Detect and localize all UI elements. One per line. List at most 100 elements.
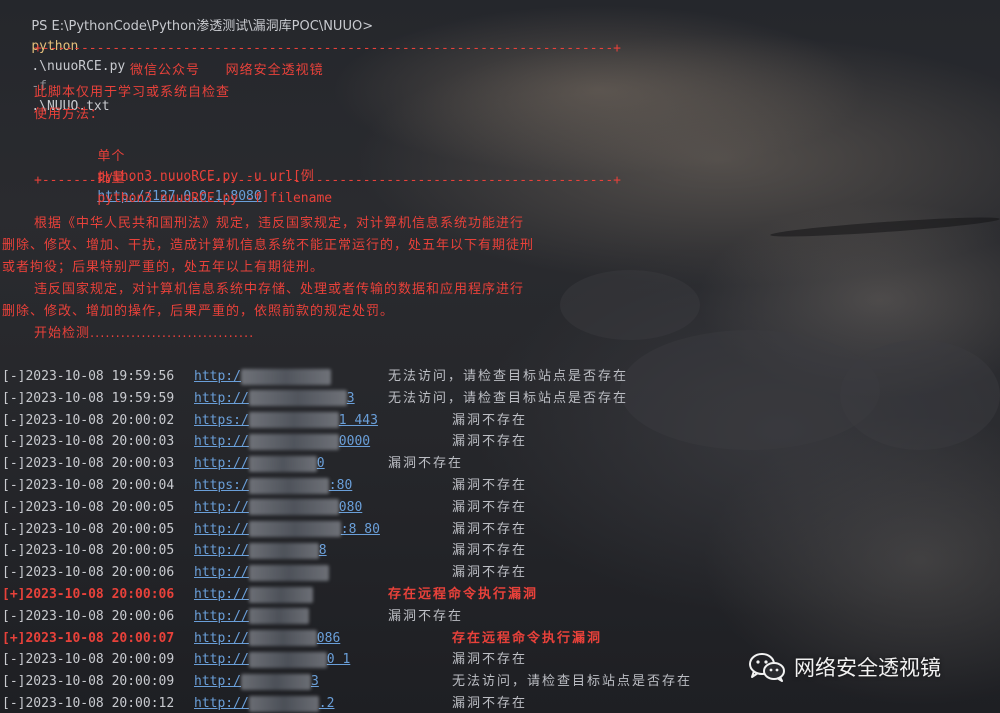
result-timestamp: [+]2023-10-08 20:00:07	[2, 630, 175, 646]
redacted-host	[248, 630, 317, 647]
prompt-line: PS E:\PythonCode\Python渗透测试\漏洞库POC\NUUO>…	[0, 0, 373, 114]
result-status: 漏洞不存在	[452, 696, 528, 711]
result-url-link[interactable]: https:/ 1 443	[194, 411, 378, 431]
redacted-host	[248, 586, 313, 603]
result-url-end: .2	[318, 696, 335, 711]
legal-line-3: 或者拘役；后果特别严重的，处五年以上有期徒刑。	[2, 260, 325, 275]
result-url-link[interactable]: http:// 080	[194, 498, 362, 518]
result-url-start: http://	[194, 630, 249, 646]
result-timestamp: [+]2023-10-08 20:00:06	[2, 587, 175, 602]
result-timestamp: [-]2023-10-08 20:00:05	[2, 543, 175, 559]
result-url-start: http://	[194, 543, 249, 559]
result-timestamp: [-]2023-10-08 20:00:02	[2, 412, 175, 428]
result-url-link[interactable]: http://	[194, 563, 329, 583]
batch-cmd: python3 nuuoRCE.py -f filename	[97, 191, 333, 206]
result-url-end: 8	[318, 543, 327, 559]
result-url-link[interactable]: http:// 8	[194, 541, 327, 561]
redacted-host	[240, 368, 331, 385]
result-url-start: http://	[194, 565, 249, 581]
result-url-link[interactable]: http:/ 3	[194, 672, 319, 692]
redacted-host	[248, 433, 339, 450]
redacted-host	[248, 695, 319, 712]
result-status: 漏洞不存在	[452, 543, 528, 559]
result-status: 漏洞不存在	[452, 652, 528, 668]
legal-line-2: 删除、修改、增加、干扰，造成计算机信息系统不能正常运行的，处五年以下有期徒刑	[2, 238, 535, 253]
result-timestamp: [-]2023-10-08 20:00:03	[2, 456, 175, 472]
prompt-path: PS E:\PythonCode\Python渗透测试\漏洞库POC\NUUO>	[31, 19, 374, 34]
redacted-host	[248, 412, 339, 429]
result-status: 漏洞不存在	[452, 499, 528, 515]
legal-line-5: 删除、修改、增加的操作，后果严重的，依照前款的规定处罚。	[2, 304, 395, 319]
result-url-link[interactable]: http:// 0	[194, 454, 325, 474]
redacted-host	[248, 455, 317, 472]
result-status: 漏洞不存在	[388, 456, 464, 472]
result-url-end: 1 443	[338, 412, 378, 428]
result-timestamp: [-]2023-10-08 19:59:56	[2, 369, 175, 384]
result-url-end: 3	[310, 674, 319, 690]
redacted-host	[240, 673, 311, 690]
result-status: 漏洞不存在	[452, 521, 528, 537]
result-url-link[interactable]: http:// 086	[194, 629, 340, 649]
result-url-link[interactable]: http://	[194, 607, 309, 627]
result-status: 漏洞不存在	[452, 434, 528, 450]
result-url-link[interactable]: http:// .2	[194, 694, 334, 713]
result-url-link[interactable]: http:// 0000	[194, 432, 370, 452]
result-url-link[interactable]: https:/:80	[194, 476, 352, 496]
banner-usage: 使用方法：	[34, 107, 105, 122]
result-status-vulnerable: 存在远程命令执行漏洞	[452, 630, 603, 646]
result-url-start: http://	[194, 652, 249, 668]
result-timestamp: [-]2023-10-08 20:00:03	[2, 434, 175, 450]
result-timestamp: [-]2023-10-08 20:00:05	[2, 521, 175, 537]
result-status: 漏洞不存在	[452, 478, 528, 493]
result-url-start: http://	[194, 499, 249, 515]
result-timestamp: [-]2023-10-08 20:00:06	[2, 565, 175, 581]
cloud-shape	[840, 340, 1000, 450]
start-detect: 开始检测................................	[34, 326, 255, 341]
result-url-link[interactable]: http:// :8 80	[194, 520, 380, 540]
result-url-start: http:/	[194, 674, 241, 690]
legal-line-4: 违反国家规定，对计算机信息系统中存储、处理或者传输的数据和应用程序进行	[34, 282, 525, 297]
result-url-start: https:/	[194, 478, 249, 493]
result-url-start: http://	[194, 521, 249, 537]
result-status: 无法访问，请检查目标站点是否存在	[388, 390, 629, 406]
result-url-start: http://	[194, 608, 249, 624]
result-url-end: 0 1	[326, 652, 351, 668]
result-timestamp: [-]2023-10-08 20:00:04	[2, 478, 175, 493]
result-status: 漏洞不存在	[452, 412, 528, 428]
banner-border-top: +---------------------------------------…	[34, 41, 621, 56]
wechat-icon	[749, 653, 785, 682]
result-timestamp: [-]2023-10-08 20:00:06	[2, 608, 175, 624]
result-url-end: 0	[316, 456, 325, 472]
result-url-end: 0000	[338, 434, 371, 450]
redacted-host	[248, 390, 347, 407]
redacted-host	[248, 521, 341, 538]
result-url-link[interactable]: http:/	[194, 367, 331, 387]
result-url-start: http://	[194, 587, 249, 602]
result-timestamp: [-]2023-10-08 20:00:05	[2, 499, 175, 515]
terminal-window[interactable]: PS E:\PythonCode\Python渗透测试\漏洞库POC\NUUO>…	[0, 0, 1000, 713]
banner-batch: 批量 python3 nuuoRCE.py -f filename	[66, 149, 332, 206]
redacted-host	[248, 608, 309, 625]
banner-title: 微信公众号 网络安全透视镜	[130, 63, 324, 78]
result-url-link[interactable]: http://	[194, 585, 313, 605]
prompt-script: .\nuuoRCE.py	[31, 59, 126, 74]
result-url-end: :8 80	[340, 521, 380, 537]
legal-line-1: 根据《中华人民共和国刑法》规定，违反国家规定，对计算机信息系统功能进行	[34, 216, 525, 231]
result-url-end: 086	[316, 630, 341, 646]
result-url-start: https:/	[194, 412, 249, 428]
result-url-link[interactable]: http:// 3	[194, 389, 355, 409]
banner-single: 单个 python3 nuuoRCE.py -u url[例 http://12…	[66, 127, 314, 204]
result-url-link[interactable]: http:// 0 1	[194, 650, 350, 670]
result-url-start: http://	[194, 434, 249, 450]
result-status: 无法访问，请检查目标站点是否存在	[388, 369, 629, 384]
redacted-host	[248, 499, 339, 516]
result-status: 漏洞不存在	[388, 608, 464, 624]
result-status: 漏洞不存在	[452, 565, 528, 581]
result-url-start: http://	[194, 696, 249, 711]
redacted-host	[248, 542, 319, 559]
result-url-start: http://	[194, 456, 249, 472]
result-status-vulnerable: 存在远程命令执行漏洞	[388, 587, 539, 602]
result-timestamp: [-]2023-10-08 20:00:12	[2, 696, 175, 711]
cloud-shape	[560, 270, 700, 340]
watermark-text: 网络安全透视镜	[794, 656, 941, 680]
